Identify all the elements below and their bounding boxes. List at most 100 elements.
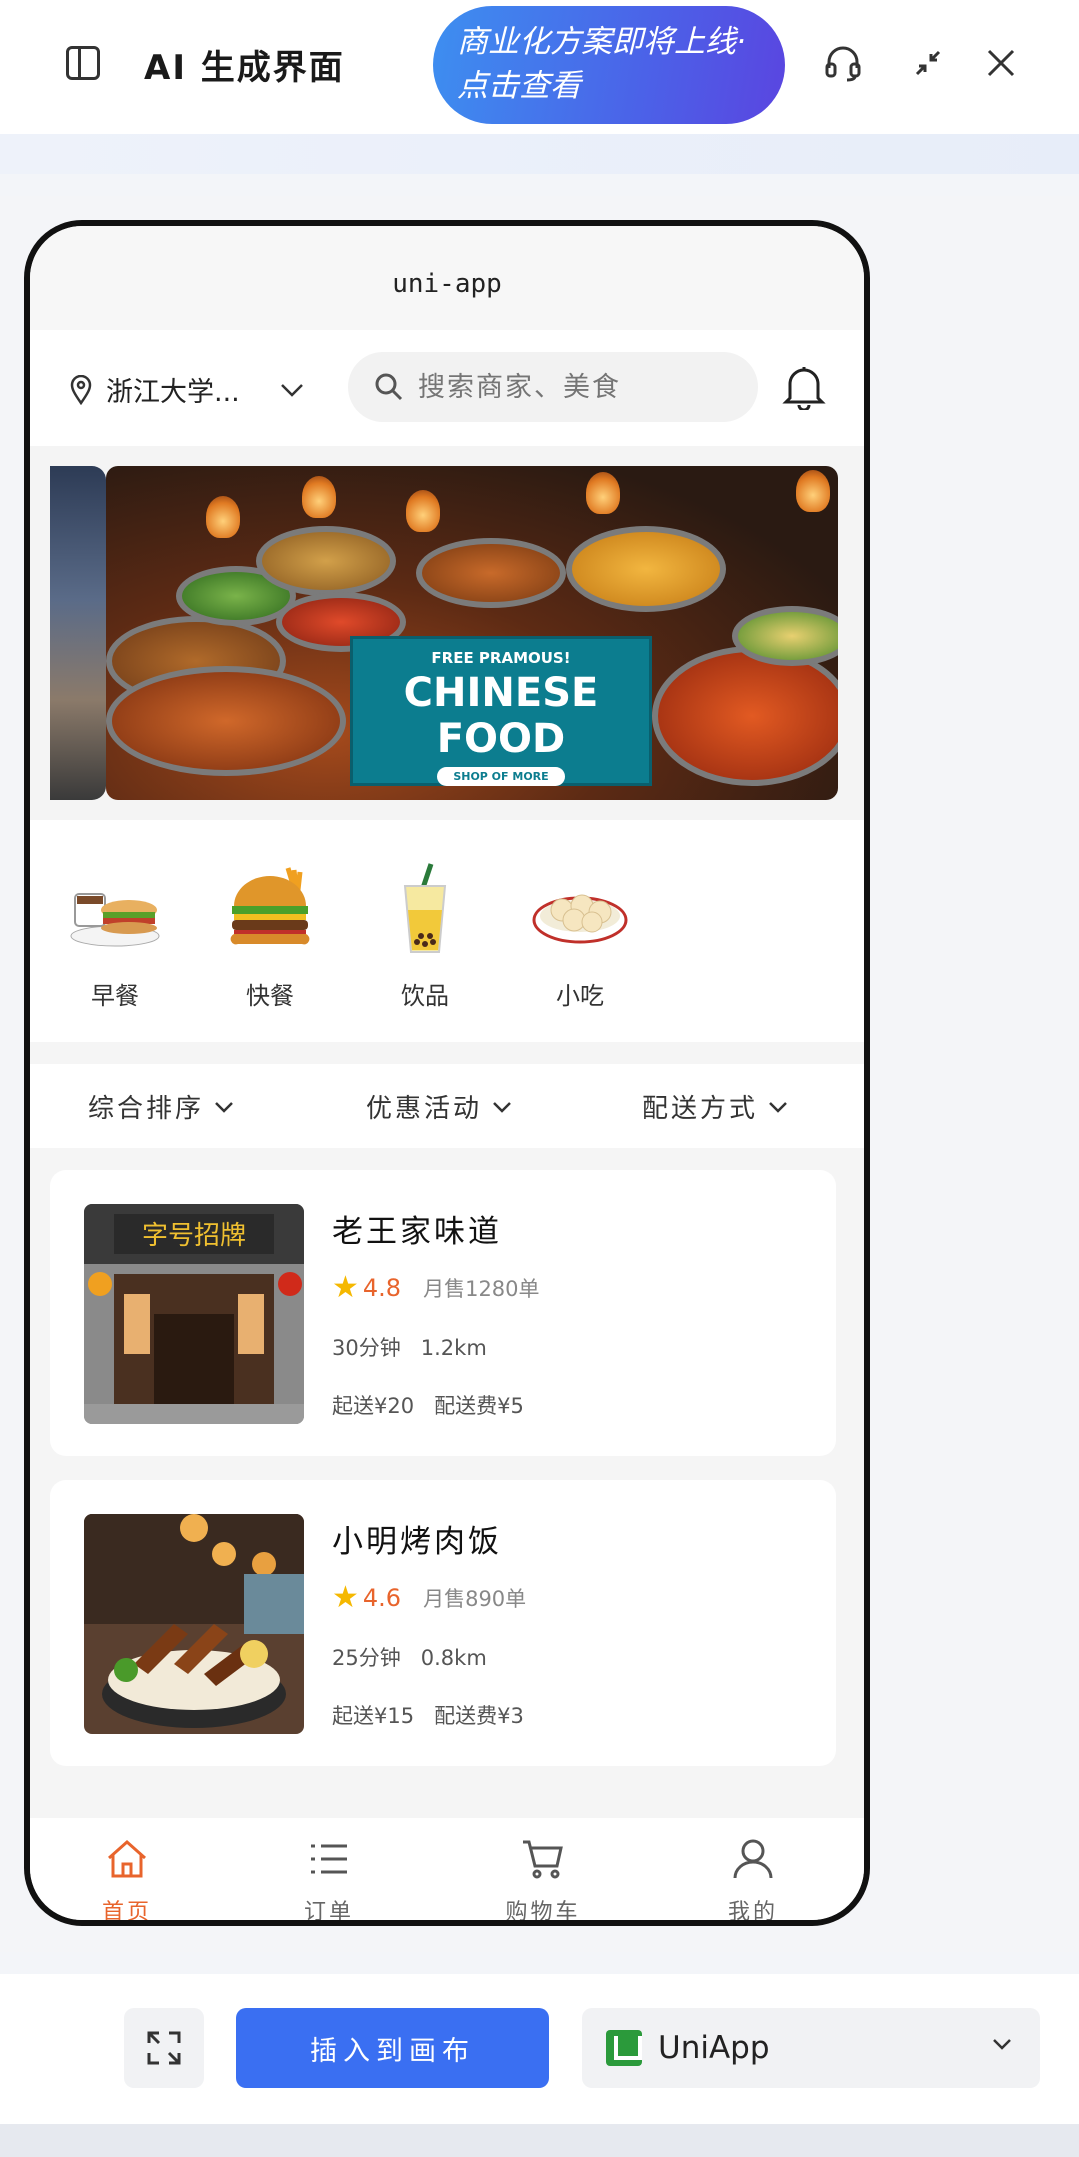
breakfast-icon (70, 893, 160, 947)
food-plate (256, 526, 396, 596)
tab-profile[interactable]: 我的 (698, 1838, 808, 1925)
chevron-down-icon (280, 383, 303, 397)
chevron-down-icon (493, 1101, 511, 1113)
search-input[interactable] (418, 371, 718, 403)
chevron-down-icon (993, 2039, 1011, 2050)
category-item[interactable]: 小吃 (525, 860, 635, 1011)
filter-sort[interactable]: 综合排序 (88, 1088, 234, 1125)
shop-thumbnail (84, 1514, 304, 1734)
food-plate (652, 646, 838, 786)
svg-text:字号招牌: 字号招牌 (142, 1221, 246, 1251)
insert-to-canvas-button[interactable]: 插入到画布 (236, 2008, 549, 2088)
category-item[interactable]: 快餐 (215, 860, 325, 1011)
tab-label: 购物车 (505, 1900, 581, 1925)
tab-cart[interactable]: 购物车 (488, 1838, 598, 1925)
shop-min-order: 起送¥15 (332, 1704, 415, 1728)
category-item[interactable]: 早餐 (60, 860, 170, 1011)
filter-label: 配送方式 (642, 1094, 759, 1124)
banner-title-line2: FOOD (436, 716, 566, 762)
banner-carousel[interactable]: FREE PRAMOUS! CHINESE FOOD SHOP OF MORE (30, 446, 864, 820)
category-label: 小吃 (556, 982, 604, 1010)
close-icon[interactable] (978, 40, 1024, 86)
lantern-icon (302, 476, 336, 518)
filter-label: 优惠活动 (366, 1094, 483, 1124)
shop-sales: 月售1280单 (423, 1276, 540, 1301)
shop-fee-row: 起送¥15 配送费¥3 (332, 1700, 524, 1730)
headset-icon[interactable] (820, 40, 866, 86)
uniapp-logo-icon (606, 2030, 642, 2066)
sidebar-toggle-icon[interactable] (66, 46, 100, 80)
location-pin-icon (70, 374, 92, 405)
shop-time: 25分钟 (332, 1646, 401, 1670)
app-title: AI 生成界面 (144, 48, 345, 88)
lantern-icon (406, 490, 440, 532)
shop-thumbnail: 字号招牌 (84, 1204, 304, 1424)
bottom-toolbar: 插入到画布 UniApp (0, 1974, 1079, 2124)
shop-card[interactable]: 小明烤肉饭 ★ 4.6 月售890单 25分钟 0.8km 起送¥15 配送费¥… (50, 1480, 836, 1766)
framework-value: UniApp (658, 2030, 770, 2066)
banner-image[interactable]: FREE PRAMOUS! CHINESE FOOD SHOP OF MORE (106, 466, 838, 800)
shop-time: 30分钟 (332, 1336, 401, 1360)
collapse-icon[interactable] (905, 40, 951, 86)
category-label: 早餐 (91, 982, 139, 1010)
food-plate (106, 666, 346, 776)
tab-label: 我的 (727, 1900, 778, 1925)
list-icon (311, 1844, 347, 1874)
shop-sales: 月售890单 (423, 1586, 527, 1611)
shop-eta-row: 30分钟 1.2km (332, 1332, 487, 1362)
chevron-down-icon (769, 1101, 787, 1113)
framework-select[interactable]: UniApp (582, 2008, 1040, 2088)
shop-rating-row: ★ 4.8 月售1280单 (332, 1270, 540, 1305)
shop-eta-row: 25分钟 0.8km (332, 1642, 487, 1672)
phone-nav-bar: uni-app (30, 226, 864, 330)
promo-line2: 点击查看 (457, 68, 581, 104)
shop-delivery-fee: 配送费¥5 (434, 1394, 524, 1418)
tab-label: 订单 (303, 1900, 354, 1925)
dumpling-icon (532, 894, 628, 944)
tab-home[interactable]: 首页 (72, 1838, 182, 1925)
shop-card[interactable]: 字号招牌 老王家味道 ★ 4.8 月售1280单 30分钟 1.2km 起送¥2… (50, 1170, 836, 1456)
tab-orders[interactable]: 订单 (274, 1838, 384, 1925)
banner-small-text: FREE PRAMOUS! (431, 649, 571, 667)
filter-bar: 综合排序 优惠活动 配送方式 (30, 1064, 864, 1148)
fullscreen-button[interactable] (124, 2008, 204, 2088)
search-icon (375, 373, 403, 401)
filter-promotions[interactable]: 优惠活动 (366, 1088, 512, 1125)
location-text: 浙江大学... (106, 377, 240, 408)
home-icon (108, 1839, 146, 1878)
shop-min-order: 起送¥20 (332, 1394, 415, 1418)
banner-sign: FREE PRAMOUS! CHINESE FOOD SHOP OF MORE (350, 636, 652, 786)
expand-icon (147, 2031, 181, 2065)
top-bar: AI 生成界面 商业化方案即将上线· 点击查看 (0, 0, 1079, 134)
star-icon: ★ (332, 1580, 359, 1615)
shop-distance: 0.8km (420, 1646, 487, 1670)
app-header: 浙江大学... (30, 330, 864, 446)
food-plate (416, 538, 566, 608)
tab-bar: 首页 订单 购物车 我的 (30, 1818, 864, 1925)
lantern-icon (586, 472, 620, 514)
filter-label: 综合排序 (88, 1094, 205, 1124)
filter-delivery[interactable]: 配送方式 (642, 1088, 788, 1125)
phone-nav-title: uni-app (392, 269, 502, 299)
shop-distance: 1.2km (420, 1336, 487, 1360)
cart-icon (523, 1840, 563, 1879)
shop-rating-row: ★ 4.6 月售890单 (332, 1580, 526, 1615)
category-label: 快餐 (246, 982, 294, 1010)
bell-icon[interactable] (782, 364, 826, 414)
promo-line1: 商业化方案即将上线· (457, 24, 746, 60)
category-label: 饮品 (401, 982, 449, 1010)
location-selector[interactable]: 浙江大学... (70, 370, 304, 409)
food-plate (566, 526, 726, 612)
phone-preview: uni-app 浙江大学... 搜索商家、美食 FREE PRAMOUS! CH… (24, 220, 870, 1926)
promo-banner[interactable]: 商业化方案即将上线· 点击查看 (433, 6, 785, 124)
category-grid: 早餐 快餐 饮品 小吃 (30, 820, 864, 1042)
shop-delivery-fee: 配送费¥3 (434, 1704, 524, 1728)
category-item[interactable]: 饮品 (370, 860, 480, 1011)
tab-label: 首页 (101, 1900, 152, 1925)
shop-name: 老王家味道 (332, 1214, 502, 1250)
top-bar-divider (0, 134, 1079, 174)
banner-cta: SHOP OF MORE (437, 767, 565, 786)
lantern-icon (206, 496, 240, 538)
search-bar[interactable] (348, 352, 758, 422)
burger-icon (230, 867, 310, 945)
